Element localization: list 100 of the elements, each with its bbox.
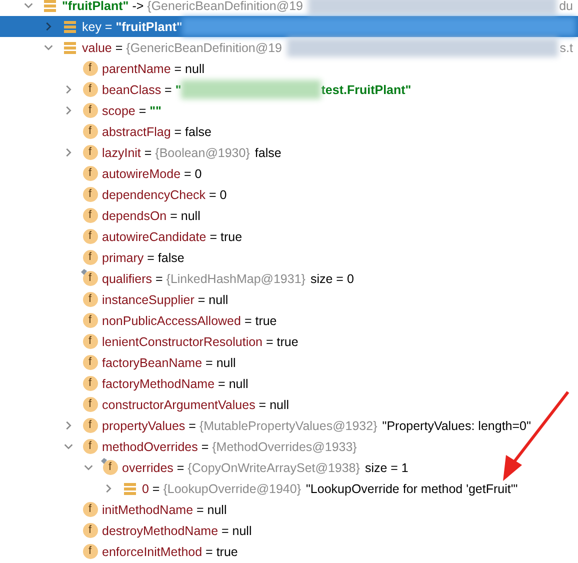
tree-row[interactable]: f scope = "" [0, 100, 578, 121]
variable-name: autowireCandidate [102, 230, 206, 244]
variable-name: key [82, 20, 102, 34]
variable-name: lazyInit [102, 146, 141, 160]
tree-row[interactable]: f autowireMode = 0 [0, 163, 578, 184]
variable-name: dependsOn [102, 208, 167, 222]
operator: = [208, 230, 218, 244]
tree-row[interactable]: f lazyInit = {Boolean@1930} false [0, 142, 578, 163]
tree-row[interactable]: f beanClass = " test.FruitPlant" [0, 79, 578, 100]
variable-name: enforceInitMethod [102, 544, 202, 558]
operator: = [114, 40, 124, 54]
variable-value: true [220, 230, 242, 244]
type-reference: {LookupOverride@1940} [163, 482, 301, 496]
operator: = [195, 502, 205, 516]
operator: = [264, 334, 274, 348]
type-reference: {MutablePropertyValues@1932} [199, 418, 378, 432]
variable-name: factoryBeanName [102, 356, 202, 370]
variable-value: 0 [220, 188, 227, 202]
variable-value: null [232, 524, 252, 538]
field-icon: f [82, 166, 98, 181]
variable-value: null [185, 62, 205, 76]
variable-name: propertyValues [102, 418, 186, 432]
tree-row[interactable]: value = {GenericBeanDefinition@19 s.t [0, 37, 578, 58]
tree-row[interactable]: 0 = {LookupOverride@1940} "LookupOverride for method 'getFruit'" [0, 478, 578, 499]
list-icon [63, 20, 77, 34]
tree-row[interactable]: f propertyValues = {MutablePropertyValues@1932} "PropertyValues: length=0" [0, 415, 578, 436]
operator: = [176, 460, 186, 474]
variable-name: 0 [142, 482, 149, 496]
variable-name: qualifiers [102, 272, 152, 286]
tree-row[interactable]: f overrides = {CopyOnWriteArraySet@1938} size = 1 [0, 457, 578, 478]
field-icon: f [82, 292, 98, 307]
field-icon: f [82, 229, 98, 244]
tree-row[interactable]: f destroyMethodName = null [0, 520, 578, 541]
tree-row[interactable]: f initMethodName = null [0, 499, 578, 520]
chevron-icon[interactable] [22, 0, 34, 11]
tree-row[interactable]: f factoryMethodName = null [0, 373, 578, 394]
value-fragment: du [559, 0, 573, 12]
operator: = [146, 250, 156, 264]
variable-value: null [270, 398, 290, 412]
type-reference: {LinkedHashMap@1931} [166, 272, 306, 286]
tree-row[interactable]: f abstractFlag = false [0, 121, 578, 142]
variable-name: dependencyCheck [102, 188, 206, 202]
operator: = [143, 146, 153, 160]
field-icon: f [82, 82, 98, 97]
variable-name: factoryMethodName [102, 376, 215, 390]
field-icon: f [82, 271, 98, 286]
field-icon: f [82, 376, 98, 391]
type-reference: {GenericBeanDefinition@19 [126, 40, 282, 54]
variable-value: null [207, 502, 227, 516]
tree-row[interactable]: key = "fruitPlant" [0, 16, 578, 37]
variable-name: beanClass [102, 82, 162, 96]
variable-value: true [276, 334, 298, 348]
variable-value: null [216, 356, 236, 370]
tree-row[interactable]: f qualifiers = {LinkedHashMap@1931} size = 0 [0, 268, 578, 289]
variable-name: instanceSupplier [102, 292, 194, 306]
field-icon: f [82, 103, 98, 118]
variable-value: 0 [194, 166, 202, 180]
tree-row[interactable]: f autowireCandidate = true [0, 226, 578, 247]
operator: = [204, 356, 214, 370]
operator: = [243, 314, 253, 328]
field-icon: f [82, 145, 98, 160]
operator: = [258, 398, 268, 412]
field-icon: f [82, 397, 98, 412]
field-icon: f [82, 418, 98, 433]
tree-row[interactable]: f factoryBeanName = null [0, 352, 578, 373]
variable-name: primary [102, 250, 144, 264]
variable-value: "LookupOverride for method 'getFruit'" [306, 482, 518, 496]
tree-row[interactable]: f dependsOn = null [0, 205, 578, 226]
variable-value: false [254, 146, 282, 160]
tree-row[interactable]: f enforceInitMethod = true [0, 541, 578, 562]
operator: = [182, 166, 192, 180]
value-fragment: s.t [560, 40, 573, 54]
tree-row[interactable]: f instanceSupplier = null [0, 289, 578, 310]
tree-row[interactable]: f lenientConstructorResolution = true [0, 331, 578, 352]
tree-row[interactable]: f methodOverrides = {MethodOverrides@1933} [0, 436, 578, 457]
field-icon: f [82, 334, 98, 349]
tree-row[interactable]: f dependencyCheck = 0 [0, 184, 578, 205]
variable-value: "fruitPlant" [116, 20, 182, 34]
variable-name: initMethodName [102, 502, 194, 516]
variable-name: autowireMode [102, 166, 181, 180]
field-icon: f [82, 124, 98, 139]
variable-value: null [228, 376, 248, 390]
tree-row[interactable]: f parentName = null [0, 58, 578, 79]
field-icon: f [82, 502, 98, 517]
tree-row[interactable]: f nonPublicAccessAllowed = true [0, 310, 578, 331]
tree-row[interactable]: "fruitPlant" -> {GenericBeanDefinition@19 du [0, 0, 578, 16]
chevron-icon[interactable] [82, 462, 94, 473]
tree-row[interactable]: f primary = false [0, 247, 578, 268]
variable-name: overrides [122, 460, 174, 474]
variable-name: value [82, 40, 112, 54]
variable-value: true [255, 314, 277, 328]
operator: = [204, 544, 214, 558]
operator: = [196, 292, 206, 306]
variable-name: methodOverrides [102, 440, 198, 454]
chevron-icon[interactable] [62, 441, 74, 452]
tree-row[interactable]: f constructorArgumentValues = null [0, 394, 578, 415]
operator: -> [131, 0, 145, 12]
variable-name: nonPublicAccessAllowed [102, 314, 241, 328]
chevron-icon[interactable] [42, 42, 54, 53]
variable-value: null [180, 208, 200, 222]
